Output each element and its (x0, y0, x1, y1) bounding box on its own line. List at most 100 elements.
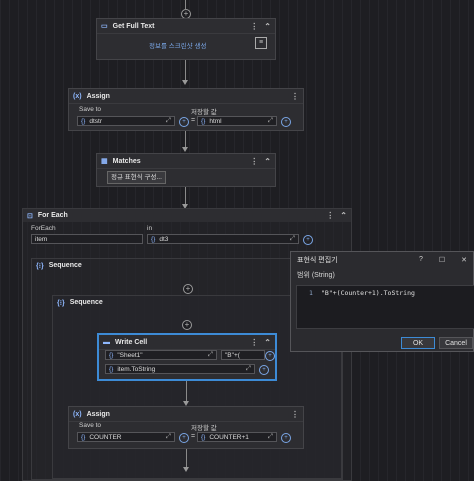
dialog-title: 표현식 편집기 (297, 256, 338, 264)
equals-sign: = (191, 117, 196, 124)
variable-icon: {} (151, 235, 156, 243)
save-to-value: dtstr (89, 117, 102, 125)
cell-field[interactable]: "B"+( (221, 350, 265, 360)
variable-icon: (x) (73, 92, 82, 100)
sheet-field[interactable]: {} "Sheet1" ⤢ (105, 350, 217, 360)
add-activity-button[interactable]: + (182, 320, 192, 330)
document-icon: ▭ (101, 23, 108, 30)
value-label: 저장할 값 (191, 425, 217, 432)
more-options-icon[interactable]: ⋮ (250, 157, 258, 166)
matches-icon: ▦ (101, 158, 108, 165)
matches-activity[interactable]: ▦ Matches ⋮ ⌃ 정규 표현식 구성... (96, 153, 276, 187)
activity-title: Assign (86, 92, 110, 100)
in-label: in (147, 225, 153, 232)
item-value: item (35, 235, 48, 243)
assign-activity[interactable]: (x) Assign ⋮ Save to 저장할 값 {} COUNTER ⤢ … (68, 406, 304, 449)
foreach-label: ForEach (31, 225, 56, 232)
activity-title: For Each (37, 212, 68, 219)
activity-title: Sequence (69, 299, 103, 306)
expand-icon[interactable]: ⤢ (246, 365, 251, 373)
add-variable-icon[interactable]: + (281, 117, 291, 127)
arrow-down-icon (182, 147, 188, 152)
collapse-icon[interactable]: ⌃ (264, 338, 271, 347)
cell-value: "B"+( (225, 351, 240, 359)
expand-icon[interactable]: ⤢ (208, 351, 213, 359)
connector-line (185, 0, 186, 9)
variable-icon: {} (81, 117, 86, 125)
connector-line (185, 60, 186, 82)
activity-title: Get Full Text (112, 22, 155, 30)
maximize-button[interactable]: ☐ (439, 256, 445, 264)
expand-icon[interactable]: ⤢ (166, 117, 171, 125)
save-to-value: COUNTER (89, 433, 122, 441)
cancel-button[interactable]: Cancel (439, 337, 473, 349)
activity-header: ⊡ For Each ⋮ ⌃ (23, 209, 351, 222)
activity-header: ▦ Matches ⋮ ⌃ (97, 154, 275, 169)
get-full-text-activity[interactable]: ▭ Get Full Text ⋮ ⌃ 정보를 스크린샷 생성 ≡ (96, 18, 276, 60)
more-options-icon[interactable]: ⋮ (250, 338, 258, 347)
value-value: COUNTER+1 (209, 433, 249, 441)
in-field[interactable]: {} dt3 ⤢ (147, 234, 299, 244)
activity-header: (x) Assign ⋮ (69, 407, 303, 422)
variable-icon: {} (109, 365, 114, 373)
connector-line (186, 381, 187, 403)
add-variable-icon[interactable]: + (303, 235, 313, 245)
expand-icon[interactable]: ⤢ (290, 235, 295, 243)
line-number: 1 (309, 289, 313, 297)
activity-title: Write Cell (115, 338, 148, 346)
write-cell-activity[interactable]: ▬ Write Cell ⋮ ⌃ {} "Sheet1" ⤢ "B"+( + {… (97, 333, 277, 381)
arrow-down-icon (182, 80, 188, 85)
activity-title: Assign (86, 410, 110, 418)
connector-line (186, 449, 187, 469)
expand-icon[interactable]: ⤢ (166, 433, 171, 441)
expression-editor-dialog[interactable]: 표현식 편집기 ? ☐ ✕ 범위 (String) 1 "B"+(Counter… (290, 251, 474, 352)
item-field[interactable]: item (31, 234, 143, 244)
text-value: item.ToString (117, 365, 156, 373)
equals-sign: = (191, 433, 196, 440)
value-field[interactable]: {} html ⤢ (197, 116, 277, 126)
activity-title: Matches (112, 157, 141, 165)
variable-icon: {} (201, 117, 206, 125)
more-options-icon[interactable]: ⋮ (326, 211, 334, 220)
add-variable-icon[interactable]: + (179, 117, 189, 127)
add-variable-icon[interactable]: + (179, 433, 189, 443)
loop-icon: ⊡ (27, 212, 33, 220)
variable-icon: {} (201, 433, 206, 441)
expression-editor[interactable]: 1 "B"+(Counter+1).ToString (296, 285, 474, 329)
activity-header: ▭ Get Full Text ⋮ ⌃ (97, 19, 275, 34)
text-field[interactable]: {} item.ToString ⤢ (105, 364, 255, 374)
dialog-titlebar[interactable]: 표현식 편집기 ? ☐ ✕ (291, 252, 473, 267)
add-variable-icon[interactable]: + (259, 365, 269, 375)
more-options-icon[interactable]: ⋮ (250, 22, 258, 31)
ok-button[interactable]: OK (401, 337, 435, 349)
collapse-icon[interactable]: ⌃ (264, 157, 271, 166)
scope-label: 범위 (String) (297, 272, 335, 279)
value-value: html (209, 117, 222, 125)
designer-canvas[interactable]: + ▭ Get Full Text ⋮ ⌃ 정보를 스크린샷 생성 ≡ (x) … (0, 0, 474, 481)
help-button[interactable]: ? (419, 256, 423, 263)
assign-activity[interactable]: (x) Assign ⋮ Save to 저장할 값 {} dtstr ⤢ + … (68, 88, 304, 131)
expand-icon[interactable]: ⤢ (268, 117, 273, 125)
variable-icon: {} (81, 433, 86, 441)
add-variable-icon[interactable]: + (281, 433, 291, 443)
save-to-field[interactable]: {} COUNTER ⤢ (77, 432, 175, 442)
sequence-icon: {⁝} (36, 262, 44, 270)
add-variable-icon[interactable]: + (265, 351, 275, 361)
save-to-label: Save to (79, 422, 102, 429)
variable-icon: (x) (73, 410, 82, 418)
collapse-icon[interactable]: ⌃ (264, 22, 271, 31)
expression-code[interactable]: "B"+(Counter+1).ToString (321, 289, 415, 297)
indicate-text[interactable]: 정보를 스크린샷 생성 (149, 40, 206, 50)
arrow-down-icon (183, 467, 189, 472)
more-options-icon[interactable]: ⋮ (291, 410, 299, 419)
add-activity-button[interactable]: + (183, 284, 193, 294)
value-field[interactable]: {} COUNTER+1 ⤢ (197, 432, 277, 442)
menu-icon[interactable]: ≡ (255, 37, 267, 49)
collapse-icon[interactable]: ⌃ (340, 211, 347, 220)
close-button[interactable]: ✕ (461, 256, 467, 264)
more-options-icon[interactable]: ⋮ (291, 92, 299, 101)
save-to-field[interactable]: {} dtstr ⤢ (77, 116, 175, 126)
expand-icon[interactable]: ⤢ (268, 433, 273, 441)
configure-regex-button[interactable]: 정규 표현식 구성... (107, 171, 166, 184)
activity-header: (x) Assign ⋮ (69, 89, 303, 104)
